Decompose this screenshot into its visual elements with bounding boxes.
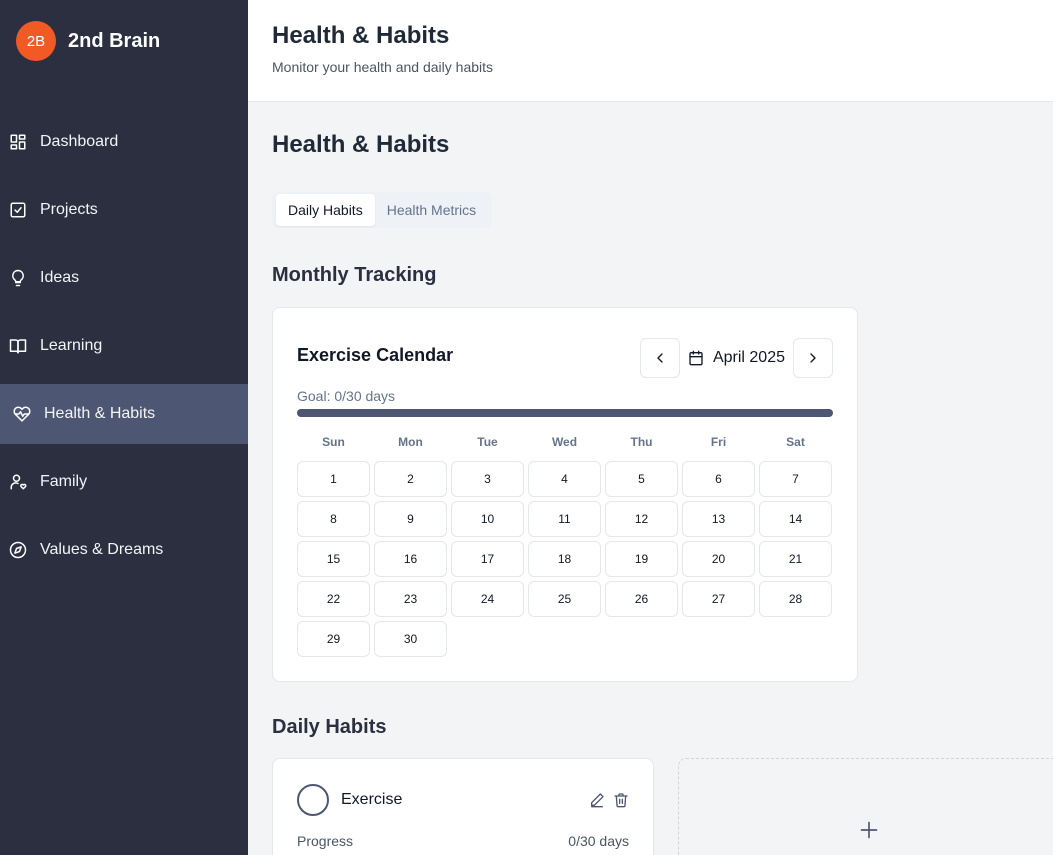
goal-progress-bar <box>297 409 833 417</box>
delete-habit-button[interactable] <box>613 792 629 808</box>
habit-progress-value: 0/30 days <box>568 833 629 849</box>
tab-health-metrics[interactable]: Health Metrics <box>375 194 488 226</box>
sidebar-item-label: Projects <box>40 201 98 218</box>
exercise-calendar-card: Exercise Calendar April 2025 Goal: 0/30 … <box>272 307 858 682</box>
calendar-day[interactable]: 21 <box>759 541 832 577</box>
calendar-title: Exercise Calendar <box>297 345 454 365</box>
add-habit-card[interactable] <box>678 758 1053 855</box>
trash-icon <box>614 793 628 808</box>
sidebar: 2B 2nd Brain Dashboard Projects Ideas Le… <box>0 0 248 855</box>
brand-name: 2nd Brain <box>68 29 161 52</box>
tab-list: Daily Habits Health Metrics <box>272 192 493 228</box>
goal-text: Goal: 0/30 days <box>297 388 396 404</box>
calendar-day[interactable]: 1 <box>297 461 370 497</box>
sidebar-item-learning[interactable]: Learning <box>0 316 248 376</box>
main-content: Health & Habits Daily Habits Health Metr… <box>248 102 1053 855</box>
calendar-day[interactable]: 23 <box>374 581 447 617</box>
check-square-icon <box>9 201 27 219</box>
calendar-day[interactable]: 20 <box>682 541 755 577</box>
calendar-day[interactable]: 10 <box>451 501 524 537</box>
calendar-day[interactable]: 7 <box>759 461 832 497</box>
calendar-day[interactable]: 3 <box>451 461 524 497</box>
edit-habit-button[interactable] <box>589 792 605 808</box>
sidebar-item-label: Learning <box>40 337 103 354</box>
weekday-header: Sat <box>786 435 805 449</box>
daily-habits-title: Daily Habits <box>272 716 387 738</box>
calendar-day[interactable]: 18 <box>528 541 601 577</box>
calendar-day[interactable]: 2 <box>374 461 447 497</box>
calendar-day[interactable]: 11 <box>528 501 601 537</box>
calendar-day[interactable]: 15 <box>297 541 370 577</box>
calendar-day[interactable]: 13 <box>682 501 755 537</box>
sidebar-item-projects[interactable]: Projects <box>0 180 248 240</box>
grid-icon <box>9 133 27 151</box>
sidebar-item-label: Dashboard <box>40 133 119 150</box>
sidebar-item-label: Health & Habits <box>44 405 156 422</box>
calendar-day[interactable]: 22 <box>297 581 370 617</box>
brand-logo: 2B <box>16 21 56 61</box>
lightbulb-icon <box>9 269 27 287</box>
chevron-left-icon <box>652 350 668 366</box>
habit-name: Exercise <box>341 791 403 808</box>
calendar-month-nav: April 2025 <box>639 338 833 378</box>
calendar-day[interactable]: 29 <box>297 621 370 657</box>
chevron-right-icon <box>805 350 821 366</box>
sidebar-item-label: Ideas <box>40 269 80 286</box>
weekday-header: Fri <box>710 435 727 449</box>
header-subtitle: Monitor your health and daily habits <box>272 59 494 75</box>
weekday-header: Sun <box>322 435 345 449</box>
weekday-header: Tue <box>477 435 498 449</box>
weekday-header: Wed <box>551 435 578 449</box>
page-header: Health & Habits Monitor your health and … <box>248 0 1053 102</box>
habit-progress-label: Progress <box>297 833 354 849</box>
sidebar-item-label: Family <box>40 473 88 490</box>
plus-icon <box>859 820 879 840</box>
sidebar-item-ideas[interactable]: Ideas <box>0 248 248 308</box>
calendar-grid: Sun Mon Tue Wed Thu Fri Sat 1 2 3 4 5 6 7 8 9 10 11 12 13 14… <box>297 435 833 661</box>
calendar-day[interactable]: 24 <box>451 581 524 617</box>
habit-actions <box>581 792 629 808</box>
calendar-day[interactable]: 17 <box>451 541 524 577</box>
compass-icon <box>9 541 27 559</box>
calendar-day[interactable]: 26 <box>605 581 678 617</box>
calendar-day[interactable]: 27 <box>682 581 755 617</box>
sidebar-item-label: Values & Dreams <box>40 541 164 558</box>
calendar-day[interactable]: 28 <box>759 581 832 617</box>
calendar-day[interactable]: 8 <box>297 501 370 537</box>
calendar-day[interactable]: 16 <box>374 541 447 577</box>
calendar-day[interactable]: 9 <box>374 501 447 537</box>
book-open-icon <box>9 337 27 355</box>
calendar-icon <box>689 350 703 366</box>
tab-daily-habits[interactable]: Daily Habits <box>276 194 375 226</box>
sidebar-nav: Dashboard Projects Ideas Learning Health… <box>0 112 248 588</box>
sidebar-item-values-dreams[interactable]: Values & Dreams <box>0 520 248 580</box>
habit-complete-toggle[interactable] <box>297 784 329 816</box>
heart-pulse-icon <box>13 405 31 423</box>
user-heart-icon <box>9 473 27 491</box>
weekday-header: Mon <box>398 435 423 449</box>
next-month-button[interactable] <box>793 338 833 378</box>
sidebar-item-dashboard[interactable]: Dashboard <box>0 112 248 172</box>
brand[interactable]: 2B 2nd Brain <box>16 21 160 61</box>
calendar-day[interactable]: 5 <box>605 461 678 497</box>
calendar-day[interactable]: 19 <box>605 541 678 577</box>
habit-card: Exercise Progress 0/30 days <box>272 758 654 855</box>
calendar-month-text: April 2025 <box>712 349 785 366</box>
calendar-day[interactable]: 4 <box>528 461 601 497</box>
weekday-header: Thu <box>630 435 653 449</box>
calendar-day[interactable]: 12 <box>605 501 678 537</box>
calendar-day[interactable]: 30 <box>374 621 447 657</box>
previous-month-button[interactable] <box>639 338 680 378</box>
calendar-day[interactable]: 14 <box>759 501 832 537</box>
calendar-day[interactable]: 6 <box>682 461 755 497</box>
sidebar-item-family[interactable]: Family <box>0 452 248 512</box>
monthly-tracking-title: Monthly Tracking <box>272 264 437 286</box>
pencil-icon <box>591 793 604 808</box>
calendar-month-label: April 2025 <box>688 349 785 367</box>
header-title: Health & Habits <box>272 22 450 49</box>
page-title: Health & Habits <box>272 131 450 158</box>
calendar-day[interactable]: 25 <box>528 581 601 617</box>
sidebar-item-health-habits[interactable]: Health & Habits <box>0 384 248 444</box>
